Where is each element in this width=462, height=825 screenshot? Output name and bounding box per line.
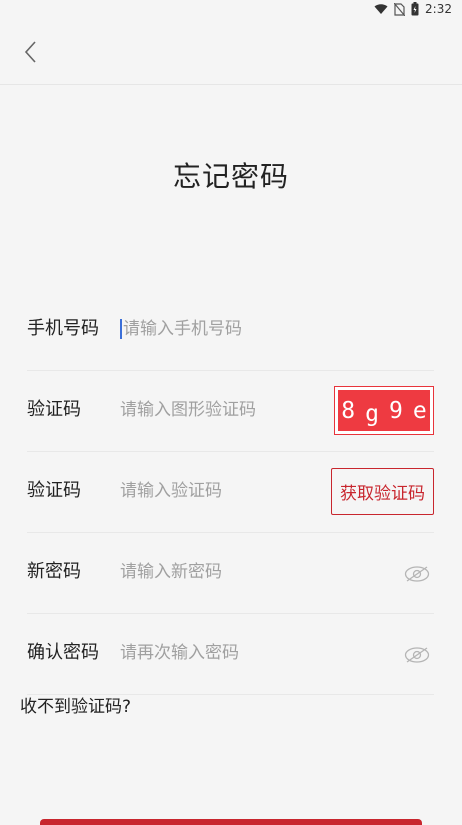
no-code-link[interactable]: 收不到验证码? <box>20 692 131 717</box>
captcha-char: g <box>365 400 379 427</box>
phone-input[interactable]: 请输入手机号码 <box>120 319 242 339</box>
sms-code-label: 验证码 <box>27 480 81 501</box>
image-captcha-label: 验证码 <box>27 399 81 420</box>
confirm-password-label: 确认密码 <box>27 642 99 663</box>
image-captcha-input[interactable]: 请输入图形验证码 <box>120 371 256 451</box>
phone-label: 手机号码 <box>27 318 99 339</box>
confirm-password-row: 确认密码 请再次输入密码 <box>27 614 434 695</box>
new-password-label: 新密码 <box>27 561 81 582</box>
captcha-chars: 8 g 9 e <box>338 390 430 431</box>
no-sim-icon <box>394 2 406 16</box>
status-time: 2:32 <box>425 2 452 16</box>
captcha-image[interactable]: 8 g 9 e <box>334 386 434 435</box>
phone-row: 手机号码 请输入手机号码 <box>27 290 434 371</box>
new-password-input[interactable]: 请输入新密码 <box>120 533 222 613</box>
status-icons: 2:32 <box>374 2 452 16</box>
get-code-button[interactable]: 获取验证码 <box>331 468 434 515</box>
top-bar <box>0 22 462 85</box>
sms-code-input[interactable]: 请输入验证码 <box>120 452 222 532</box>
page-title: 忘记密码 <box>172 160 289 193</box>
submit-button[interactable] <box>40 819 422 825</box>
eye-hidden-icon[interactable] <box>404 645 430 665</box>
new-password-row: 新密码 请输入新密码 <box>27 533 434 614</box>
captcha-char: e <box>412 397 427 424</box>
captcha-char: 8 <box>341 397 356 424</box>
status-bar: 2:32 <box>0 0 462 22</box>
back-button[interactable] <box>14 36 46 68</box>
confirm-password-input[interactable]: 请再次输入密码 <box>120 614 239 694</box>
eye-hidden-icon[interactable] <box>404 564 430 584</box>
battery-icon <box>411 2 419 16</box>
chevron-left-icon <box>24 41 36 63</box>
wifi-icon <box>374 3 388 15</box>
captcha-char: 9 <box>389 397 403 424</box>
reset-password-form: 手机号码 请输入手机号码 验证码 请输入图形验证码 验证码 请输入验证码 新密码… <box>27 290 434 695</box>
